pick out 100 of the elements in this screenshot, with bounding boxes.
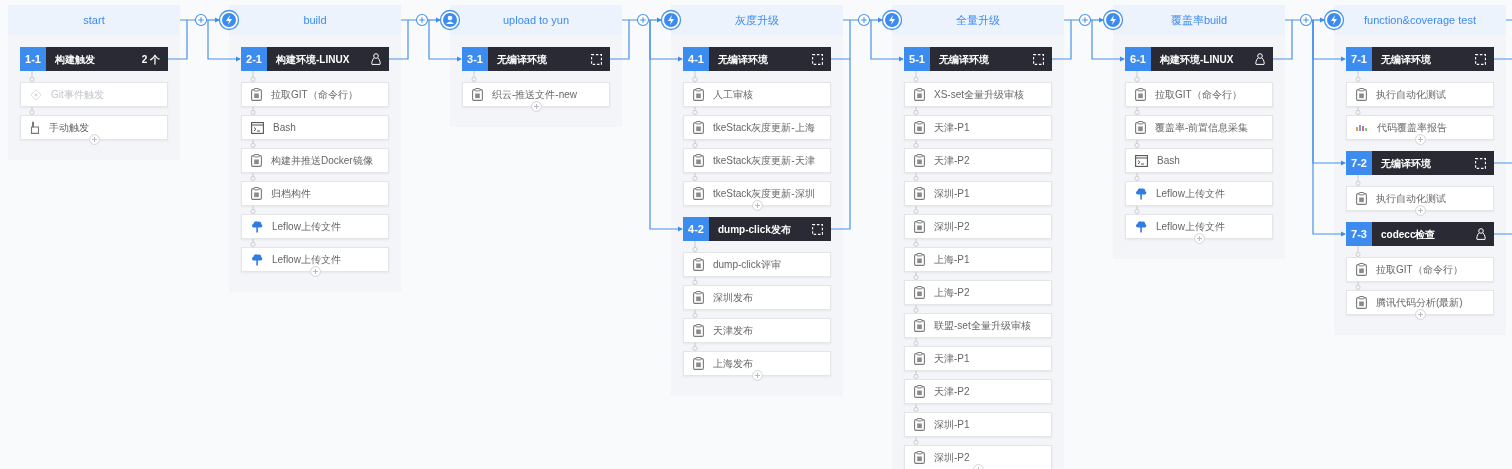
step-card[interactable]: 上海-P1: [904, 247, 1052, 272]
job-number: 1-1: [20, 47, 46, 71]
add-step-button[interactable]: [1414, 309, 1426, 320]
add-step-button[interactable]: [1414, 205, 1426, 216]
step-card[interactable]: 织云-推送文件-new: [462, 82, 610, 107]
step-label: 深圳-P2: [933, 451, 970, 465]
step-card[interactable]: 拉取GIT（命令行）: [1125, 82, 1273, 107]
step-card[interactable]: 手动触发: [20, 115, 168, 140]
add-step-button[interactable]: [751, 370, 763, 381]
lightning-icon[interactable]: [1102, 9, 1124, 31]
step-label: XS-set全量升级审核: [933, 88, 1024, 102]
step-card[interactable]: 上海-P2: [904, 280, 1052, 305]
add-step-button[interactable]: [88, 134, 100, 145]
add-stage-button[interactable]: [857, 13, 871, 27]
step-card[interactable]: 天津-P1: [904, 115, 1052, 140]
clipboard-icon: [1356, 192, 1367, 205]
step-label: 上海发布: [712, 357, 753, 371]
add-step-button[interactable]: [1414, 134, 1426, 145]
job-header[interactable]: 7-2 无编译环境: [1346, 151, 1494, 175]
step-label: tkeStack灰度更新-上海: [712, 121, 815, 135]
step-card[interactable]: Leflow上传文件: [1125, 181, 1273, 206]
step-card[interactable]: 深圳-P1: [904, 181, 1052, 206]
step-label: tkeStack灰度更新-深圳: [712, 187, 815, 201]
step-card[interactable]: 腾讯代码分析(最新): [1346, 290, 1494, 315]
step-card[interactable]: Leflow上传文件: [241, 214, 389, 239]
lightning-icon[interactable]: [1323, 9, 1345, 31]
step-card[interactable]: 代码覆盖率报告: [1346, 115, 1494, 140]
add-stage-button[interactable]: [415, 13, 429, 27]
add-step-button[interactable]: [530, 101, 542, 112]
clipboard-icon: [1356, 296, 1367, 309]
step-card[interactable]: 天津-P2: [904, 379, 1052, 404]
step-card[interactable]: 天津-P2: [904, 148, 1052, 173]
job-header[interactable]: 5-1 无编译环境: [904, 47, 1052, 71]
clipboard-icon: [914, 253, 925, 266]
clipboard-icon: [693, 291, 704, 304]
stage-title: start: [8, 5, 180, 35]
clipboard-icon: [1135, 121, 1146, 134]
step-card[interactable]: 执行自动化测试: [1346, 82, 1494, 107]
job-header[interactable]: 4-2 dump-click发布: [683, 217, 831, 241]
job-header[interactable]: 3-1 无编译环境: [462, 47, 610, 71]
job-header[interactable]: 2-1 构建环境-LINUX: [241, 47, 389, 71]
step-card[interactable]: 上海发布: [683, 351, 831, 376]
add-step-button[interactable]: [751, 200, 763, 211]
step-card[interactable]: XS-set全量升级审核: [904, 82, 1052, 107]
step-card[interactable]: 人工审核: [683, 82, 831, 107]
step-card[interactable]: 构建并推送Docker镜像: [241, 148, 389, 173]
step-card[interactable]: 深圳-P2: [904, 214, 1052, 239]
step-card[interactable]: tkeStack灰度更新-深圳: [683, 181, 831, 206]
stage-title: 全量升级: [892, 5, 1064, 35]
job-header[interactable]: 1-1 构建触发 2 个: [20, 47, 168, 71]
stage-title: upload to yun: [450, 5, 622, 35]
step-connector: [692, 310, 698, 318]
step-card[interactable]: 拉取GIT（命令行）: [1346, 257, 1494, 282]
person-icon[interactable]: [439, 9, 461, 31]
step-card[interactable]: 深圳发布: [683, 285, 831, 310]
step-card[interactable]: tkeStack灰度更新-天津: [683, 148, 831, 173]
add-stage-button[interactable]: [1078, 13, 1092, 27]
step-label: 拉取GIT（命令行）: [1154, 88, 1242, 102]
step-card[interactable]: Leflow上传文件: [1125, 214, 1273, 239]
job-header[interactable]: 7-3 codecc检查: [1346, 222, 1494, 246]
step-label: Leflow上传文件: [271, 253, 341, 267]
cloud-icon: [1135, 187, 1147, 200]
job-header[interactable]: 6-1 构建环境-LINUX: [1125, 47, 1273, 71]
lightning-icon[interactable]: [218, 9, 240, 31]
step-card[interactable]: 深圳-P1: [904, 412, 1052, 437]
step-label: tkeStack灰度更新-天津: [712, 154, 815, 168]
lightning-icon[interactable]: [660, 9, 682, 31]
lightning-icon[interactable]: [881, 9, 903, 31]
terminal-icon: [251, 121, 264, 134]
job-header[interactable]: 4-1 无编译环境: [683, 47, 831, 71]
step-card[interactable]: Bash: [1125, 148, 1273, 173]
add-step-button[interactable]: [309, 266, 321, 277]
step-card[interactable]: 天津发布: [683, 318, 831, 343]
add-stage-button[interactable]: [194, 13, 208, 27]
step-card[interactable]: Bash: [241, 115, 389, 140]
job-number: 5-1: [904, 47, 930, 71]
step-card[interactable]: 归档构件: [241, 181, 389, 206]
job-header[interactable]: 7-1 无编译环境: [1346, 47, 1494, 71]
add-step-button[interactable]: [1193, 233, 1205, 244]
step-card[interactable]: 天津-P1: [904, 346, 1052, 371]
step-card[interactable]: 执行自动化测试: [1346, 186, 1494, 211]
job-title: 无编译环境: [938, 52, 990, 67]
step-connector: [1134, 71, 1140, 82]
step-card[interactable]: Leflow上传文件: [241, 247, 389, 272]
step-card[interactable]: 深圳-P2: [904, 445, 1052, 469]
step-card[interactable]: 覆盖率-前置信息采集: [1125, 115, 1273, 140]
job-number: 7-1: [1346, 47, 1372, 71]
step-card[interactable]: 联盟-set全量升级审核: [904, 313, 1052, 338]
clipboard-icon: [251, 187, 262, 200]
dashed-square-icon: [591, 53, 602, 65]
step-card[interactable]: 拉取GIT（命令行）: [241, 82, 389, 107]
step-connector: [1355, 175, 1361, 186]
step-label: 拉取GIT（命令行）: [270, 88, 358, 102]
step-card[interactable]: dump-click评审: [683, 252, 831, 277]
step-card[interactable]: tkeStack灰度更新-上海: [683, 115, 831, 140]
clipboard-icon: [693, 88, 704, 101]
add-stage-button[interactable]: [636, 13, 650, 27]
step-connector: [1355, 71, 1361, 82]
add-stage-button[interactable]: [1299, 13, 1313, 27]
clipboard-icon: [1135, 88, 1146, 101]
